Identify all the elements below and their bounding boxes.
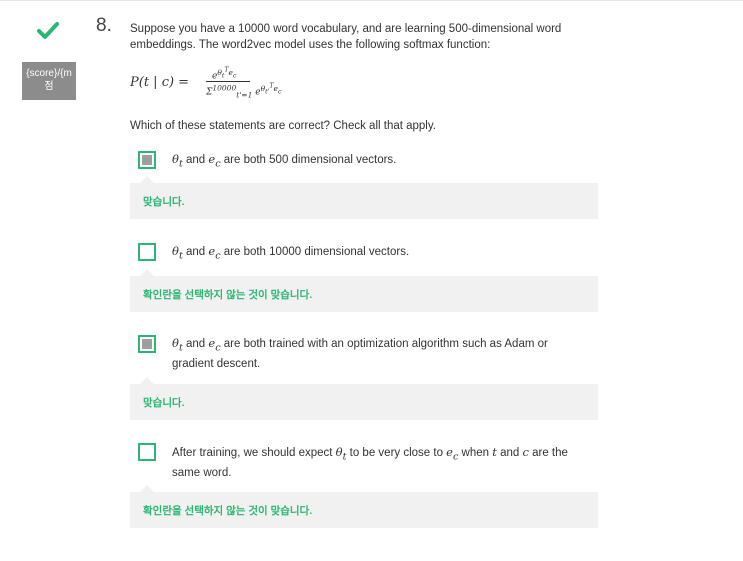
option-3-text: θt and ec are both trained with an optim…: [172, 336, 548, 371]
formula-denominator: Σ10000t'=1 eθt'Tec: [206, 82, 282, 100]
feedback-text: 맞습니다.: [143, 397, 185, 409]
check-icon: [37, 22, 59, 39]
formula-lhs: P(t | c) =: [130, 75, 190, 90]
quiz-page: {score}/{m 점 8. Suppose you have a 10000…: [0, 0, 743, 561]
formula-fraction: eθtTec Σ10000t'=1 eθt'Tec: [206, 66, 281, 100]
question-text: Suppose you have a 10000 word vocabulary…: [130, 23, 562, 51]
option-1-checkbox[interactable]: [138, 151, 156, 169]
feedback-text: 확인란을 선택하지 않는 것이 맞습니다.: [143, 505, 313, 517]
option-2-text: θt and ec are both 10000 dimensional vec…: [172, 244, 410, 262]
question-number: 8.: [96, 15, 112, 36]
top-divider: [0, 0, 743, 1]
option-4-feedback: 확인란을 선택하지 않는 것이 맞습니다.: [130, 485, 598, 528]
score-value: {score}/{m: [26, 68, 72, 79]
score-unit: 점: [44, 81, 54, 92]
option-2-feedback: 확인란을 선택하지 않는 것이 맞습니다.: [130, 269, 598, 312]
option-3-checkbox[interactable]: [138, 335, 156, 353]
e-c-symbol: ec: [208, 336, 221, 354]
feedback-text: 확인란을 선택하지 않는 것이 맞습니다.: [143, 289, 313, 301]
option-3-feedback: 맞습니다.: [130, 377, 598, 420]
theta-t-symbol: θt: [172, 244, 183, 262]
option-4-text: After training, we should expect θt to b…: [172, 445, 568, 480]
option-2-checkbox[interactable]: [138, 243, 156, 261]
question-prompt: Which of these statements are correct? C…: [130, 120, 436, 132]
feedback-text: 맞습니다.: [143, 196, 185, 208]
option-4-checkbox[interactable]: [138, 443, 156, 461]
theta-t-symbol: θt: [172, 336, 183, 354]
option-1-feedback: 맞습니다.: [130, 176, 598, 219]
e-c-symbol: ec: [208, 152, 221, 170]
theta-t-symbol: θt: [172, 152, 183, 170]
option-1-text: θt and ec are both 500 dimensional vecto…: [172, 152, 397, 170]
theta-t-symbol: θt: [335, 445, 347, 463]
e-c-symbol: ec: [446, 445, 459, 463]
e-c-symbol: ec: [208, 244, 221, 262]
score-badge: {score}/{m 점: [22, 62, 76, 100]
formula-numerator: eθtTec: [212, 66, 237, 82]
